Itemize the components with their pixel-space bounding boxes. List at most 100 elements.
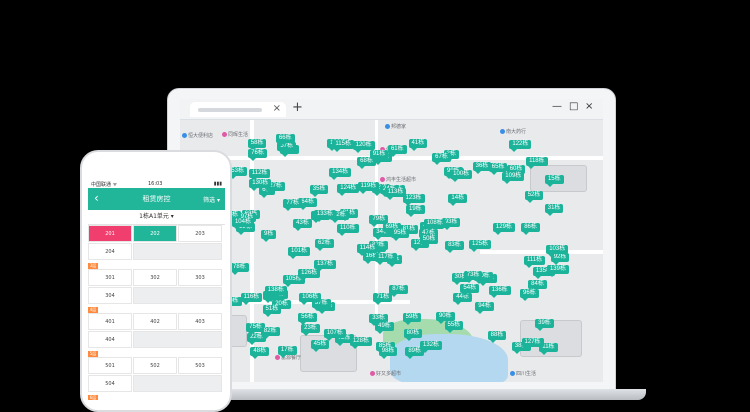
building-marker[interactable]: 118栋	[526, 156, 548, 169]
new-tab-button[interactable]: +	[292, 100, 303, 115]
building-marker[interactable]: 91栋	[369, 150, 389, 163]
building-marker[interactable]: 49栋	[375, 321, 394, 334]
building-marker[interactable]: 17栋	[277, 345, 297, 358]
poi-label[interactable]: 鸿丰生活超市	[380, 176, 416, 183]
building-marker[interactable]: 50栋	[419, 234, 439, 247]
building-marker[interactable]: 128栋	[349, 337, 372, 350]
building-marker[interactable]: 109栋	[502, 172, 525, 185]
poi-label[interactable]: 同晖生活	[222, 131, 248, 138]
building-marker[interactable]: 51栋	[262, 304, 282, 317]
room-cell[interactable]: 201	[88, 225, 132, 242]
building-marker[interactable]: 119栋	[357, 181, 380, 194]
building-marker[interactable]: 125栋	[469, 239, 492, 252]
building-marker[interactable]: 124栋	[337, 183, 360, 196]
building-marker[interactable]: 123栋	[402, 193, 425, 206]
building-marker[interactable]: 110栋	[337, 223, 359, 236]
filter-button[interactable]: 筛选 ▾	[203, 195, 220, 204]
room-cell[interactable]: 303	[178, 269, 222, 286]
building-marker[interactable]: 112栋	[248, 169, 271, 182]
building-marker[interactable]: 96栋	[520, 289, 539, 302]
room-cell[interactable]: 302	[133, 269, 177, 286]
building-marker[interactable]: 98栋	[378, 346, 398, 359]
room-cell[interactable]: 304	[88, 287, 132, 304]
building-marker[interactable]: 104栋	[231, 217, 254, 230]
building-marker[interactable]: 106栋	[299, 293, 322, 306]
building-marker[interactable]: 122栋	[509, 140, 532, 153]
poi-label[interactable]: 四川生活	[510, 370, 536, 377]
room-cell[interactable]: 301	[88, 269, 132, 286]
room-cell[interactable]: 403	[178, 313, 222, 330]
poi-label[interactable]: 南大药行	[500, 128, 526, 135]
building-marker[interactable]: 78栋	[230, 263, 249, 276]
building-marker[interactable]: 71栋	[373, 292, 393, 305]
building-marker[interactable]: 132栋	[420, 341, 443, 354]
building-marker[interactable]: 80栋	[403, 328, 423, 341]
poi-label[interactable]: 恒大便利店	[182, 132, 213, 139]
browser-tab[interactable]: ×	[190, 102, 286, 117]
building-marker[interactable]: 84栋	[528, 279, 547, 292]
close-window-button[interactable]: ×	[585, 101, 593, 112]
building-marker[interactable]: 88栋	[487, 330, 507, 343]
building-marker[interactable]: 129栋	[492, 222, 515, 235]
room-cell[interactable]: 204	[88, 243, 132, 260]
building-marker[interactable]: 9栋	[261, 229, 277, 242]
building-marker[interactable]: 108栋	[423, 219, 446, 231]
building-marker[interactable]: 127栋	[521, 337, 544, 350]
building-marker[interactable]: 136栋	[488, 286, 511, 299]
building-marker[interactable]: 14栋	[448, 194, 468, 207]
building-marker[interactable]: 76栋	[248, 148, 267, 161]
building-marker[interactable]: 41栋	[408, 139, 428, 152]
building-marker[interactable]: 107栋	[323, 329, 346, 342]
building-marker[interactable]: 116栋	[240, 293, 263, 306]
room-cell[interactable]: 202	[133, 225, 177, 242]
building-marker[interactable]: 35栋	[309, 184, 329, 197]
building-marker[interactable]: 77栋	[283, 199, 303, 212]
room-cell[interactable]: 504	[88, 375, 132, 392]
map-view[interactable]: 恒大便利店同晖生活邦德家鸿丰生活超市南大药行保利宇家南山小区好又多超市四川生活富…	[180, 120, 603, 382]
building-marker[interactable]: 86栋	[521, 223, 540, 236]
building-marker[interactable]: 87栋	[389, 285, 408, 298]
building-marker[interactable]: 115栋	[332, 139, 354, 152]
building-marker[interactable]: 23栋	[301, 324, 320, 337]
building-marker[interactable]: 73栋	[463, 271, 483, 284]
building-marker[interactable]: 59栋	[402, 312, 422, 325]
building-marker[interactable]: 139栋	[546, 264, 569, 277]
room-cell[interactable]: 404	[88, 331, 132, 348]
building-marker[interactable]: 19栋	[405, 205, 425, 218]
building-marker[interactable]: 15栋	[544, 174, 564, 187]
building-marker[interactable]: 120栋	[352, 140, 375, 153]
building-marker[interactable]: 48栋	[250, 346, 270, 359]
building-marker[interactable]: 66栋	[275, 134, 295, 147]
minimize-button[interactable]: —	[552, 101, 562, 112]
building-marker[interactable]: 100栋	[450, 170, 473, 183]
building-marker[interactable]: 55栋	[444, 320, 464, 333]
building-marker[interactable]: 138栋	[264, 286, 287, 299]
room-cell[interactable]: 503	[178, 357, 222, 374]
building-marker[interactable]: 56栋	[298, 312, 317, 325]
poi-label[interactable]: 富源餐厅	[275, 354, 301, 361]
building-marker[interactable]: 83栋	[445, 241, 464, 254]
building-marker[interactable]: 103栋	[546, 244, 569, 257]
building-marker[interactable]: 130栋	[249, 179, 272, 192]
building-marker[interactable]: 43栋	[293, 218, 312, 231]
building-marker[interactable]: 94栋	[475, 302, 494, 315]
building-marker[interactable]: 117栋	[375, 252, 397, 265]
room-cell[interactable]: 203	[178, 225, 222, 242]
unit-selector[interactable]: 1栋A1单元 ▾	[88, 210, 225, 225]
building-marker[interactable]: 111栋	[524, 256, 546, 269]
building-marker[interactable]: 133栋	[313, 209, 336, 222]
building-marker[interactable]: 61栋	[387, 145, 407, 158]
building-marker[interactable]: 31栋	[544, 203, 564, 216]
building-marker[interactable]: 101栋	[288, 247, 311, 260]
room-cell[interactable]: 501	[88, 357, 132, 374]
building-marker[interactable]: 82栋	[260, 327, 280, 340]
building-marker[interactable]: 114栋	[356, 243, 379, 256]
building-marker[interactable]: 90栋	[435, 312, 455, 325]
tab-close-icon[interactable]: ×	[273, 103, 281, 114]
building-marker[interactable]: 134栋	[329, 168, 352, 181]
room-cell[interactable]: 401	[88, 313, 132, 330]
building-marker[interactable]: 58栋	[247, 138, 267, 151]
building-marker[interactable]: 52栋	[524, 190, 544, 203]
poi-label[interactable]: 邦德家	[385, 123, 406, 130]
poi-label[interactable]: 好又多超市	[370, 370, 401, 377]
